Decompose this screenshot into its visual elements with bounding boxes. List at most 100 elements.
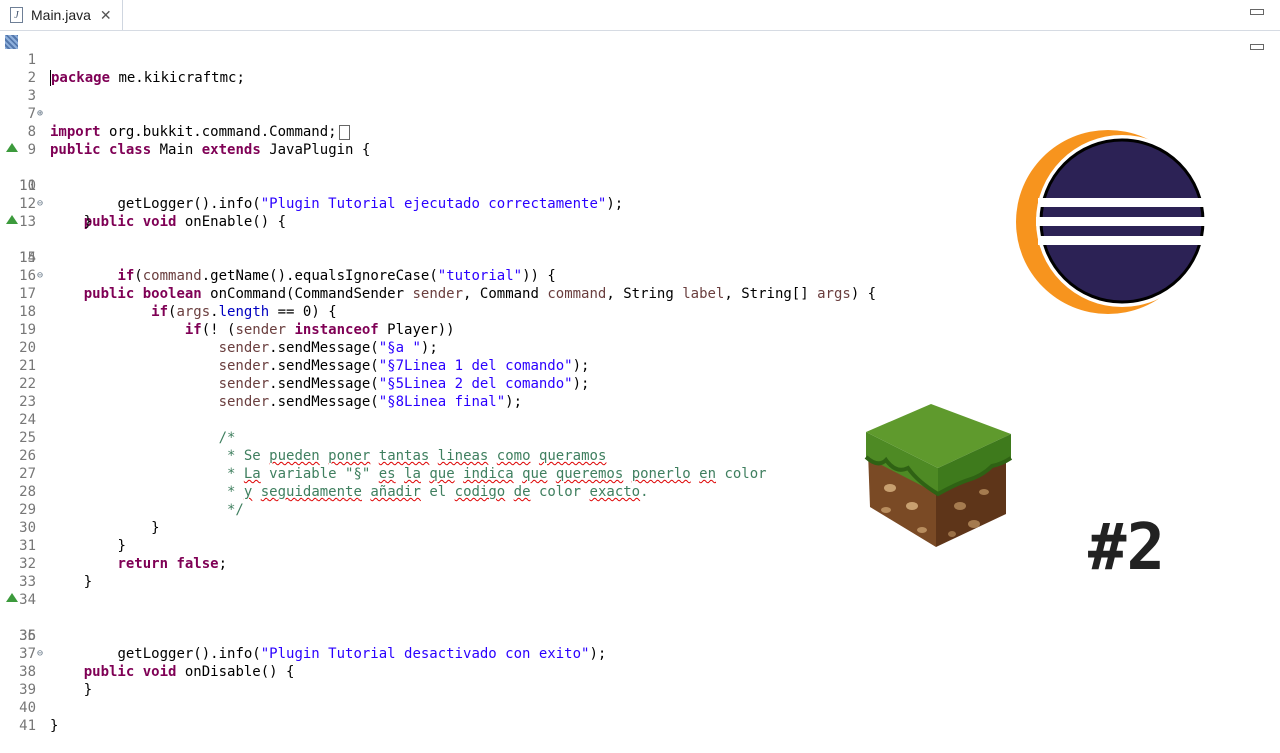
- code-text: }: [50, 718, 59, 734]
- code-line: 22 sender.sendMessage("§8Linea final");: [0, 357, 522, 410]
- field: length: [218, 304, 270, 320]
- comment: * y seguidamente añadir el codigo de col…: [218, 484, 649, 500]
- collapse-fold-icon[interactable]: ⊖: [37, 645, 43, 663]
- code-text: .sendMessage(: [269, 376, 379, 392]
- code-text: , String: [606, 286, 683, 302]
- code-line: 11 getLogger().info("Plugin Tutorial eje…: [0, 159, 623, 212]
- keyword: instanceof: [294, 322, 379, 338]
- expand-fold-icon[interactable]: ⊕: [37, 105, 43, 123]
- keyword: extends: [201, 142, 261, 158]
- code-text: (: [134, 268, 143, 284]
- keyword: return: [117, 556, 169, 572]
- class-name: Main: [151, 142, 202, 158]
- maximize-icon[interactable]: [1250, 44, 1264, 50]
- code-line: 14 ⊖ public boolean onCommand(CommandSen…: [0, 213, 876, 302]
- parameter: args: [817, 286, 851, 302]
- code-line: 18 if(! (sender instanceof Player)): [0, 285, 454, 338]
- code-text: getLogger().info(: [117, 196, 261, 212]
- code-line: 35 ⊖ public void onDisable() {: [0, 591, 294, 680]
- code-text: .sendMessage(: [269, 358, 379, 374]
- episode-number-graphic: #2: [1088, 511, 1165, 585]
- tab-main-java[interactable]: J Main.java ✕: [0, 0, 123, 30]
- collapse-fold-icon[interactable]: ⊖: [37, 267, 43, 285]
- code-line: 41: [0, 699, 36, 734]
- code-line: 8 public class Main extends JavaPlugin {: [0, 105, 371, 158]
- minecraft-grass-block: [864, 404, 1013, 547]
- parameter: sender: [218, 358, 270, 374]
- code-text: .sendMessage(: [269, 340, 379, 356]
- code-text: );: [572, 376, 590, 392]
- comment: /*: [218, 430, 236, 446]
- code-text: .getName().equalsIgnoreCase(: [201, 268, 438, 284]
- code-text: == 0) {: [269, 304, 337, 320]
- code-line: 9: [0, 123, 36, 158]
- parameter: sender: [218, 340, 270, 356]
- code-text: onDisable() {: [176, 664, 295, 680]
- override-marker-icon[interactable]: [6, 593, 18, 602]
- code-line: 38 }: [0, 645, 92, 698]
- code-text: , Command: [463, 286, 548, 302]
- keyword: public: [50, 142, 101, 158]
- code-text: );: [420, 340, 438, 356]
- keyword: void: [142, 664, 177, 680]
- code-line: 39: [0, 663, 36, 698]
- code-text: ) {: [850, 286, 877, 302]
- keyword: public: [83, 664, 135, 680]
- code-text: }: [83, 682, 93, 698]
- code-line: 24 /*: [0, 393, 235, 446]
- comment: * Se pueden poner tantas lineas como que…: [218, 448, 607, 464]
- code-line: 17 if(args.length == 0) {: [0, 267, 336, 320]
- keyword: boolean: [142, 286, 202, 302]
- code-text: , String[]: [724, 286, 818, 302]
- keyword: public: [83, 286, 135, 302]
- code-text: );: [606, 196, 624, 212]
- code-line: 3 ⊕ import org.bukkit.command.Command;: [0, 69, 350, 140]
- parameter: args: [176, 304, 211, 320]
- code-line: 30 }: [0, 501, 126, 554]
- comment: * La variable "§" es la que indica que q…: [218, 466, 767, 482]
- code-line: 20 sender.sendMessage("§7Linea 1 del com…: [0, 321, 589, 374]
- code-line: 33: [0, 555, 36, 590]
- collapsed-block-icon[interactable]: [338, 124, 350, 140]
- string-literal: "Plugin Tutorial ejecutado correctamente…: [260, 196, 607, 212]
- string-literal: "§5Linea 2 del comando": [378, 376, 573, 392]
- code-text: }: [83, 574, 93, 590]
- package-name: me.kikicraftmc;: [110, 70, 245, 86]
- comment: */: [218, 502, 244, 518]
- code-line: 23: [0, 375, 36, 410]
- code-line: 34: [0, 573, 36, 608]
- parameter: command: [547, 286, 607, 302]
- code-text: }: [151, 520, 160, 536]
- code-line: 1 package me.kikicraftmc;: [0, 33, 245, 86]
- code-text: Player)): [378, 322, 455, 338]
- keyword: package: [51, 70, 111, 86]
- code-text: )) {: [522, 268, 556, 284]
- code-text: );: [572, 358, 590, 374]
- keyword: if: [117, 268, 135, 284]
- import-name: org.bukkit.command.Command;: [100, 124, 337, 140]
- parameter: sender: [235, 322, 287, 338]
- string-literal: "Plugin Tutorial desactivado con exito": [260, 646, 590, 662]
- code-line: 2: [0, 51, 36, 86]
- code-line: 13: [0, 195, 36, 230]
- code-text: getLogger().info(: [117, 646, 261, 662]
- parameter: label: [682, 286, 725, 302]
- code-line: 16: [0, 249, 36, 284]
- close-icon[interactable]: ✕: [100, 7, 112, 24]
- collapse-fold-icon[interactable]: ⊖: [37, 195, 43, 213]
- code-line: 28 */: [0, 465, 244, 518]
- keyword: false: [176, 556, 219, 572]
- code-line: 36 getLogger().info("Plugin Tutorial des…: [0, 609, 606, 662]
- code-line: 21 sender.sendMessage("§5Linea 2 del com…: [0, 339, 589, 392]
- override-marker-icon[interactable]: [6, 143, 18, 152]
- code-line: 27 * y seguidamente añadir el codigo de …: [0, 447, 648, 500]
- string-literal: "tutorial": [437, 268, 523, 284]
- override-marker-icon[interactable]: [6, 215, 18, 224]
- code-text: );: [505, 394, 523, 410]
- keyword: class: [109, 142, 152, 158]
- parameter: sender: [412, 286, 464, 302]
- minimize-icon[interactable]: [1250, 9, 1264, 15]
- code-text: ;: [218, 556, 228, 572]
- code-text: .: [210, 304, 219, 320]
- keyword: void: [142, 214, 177, 230]
